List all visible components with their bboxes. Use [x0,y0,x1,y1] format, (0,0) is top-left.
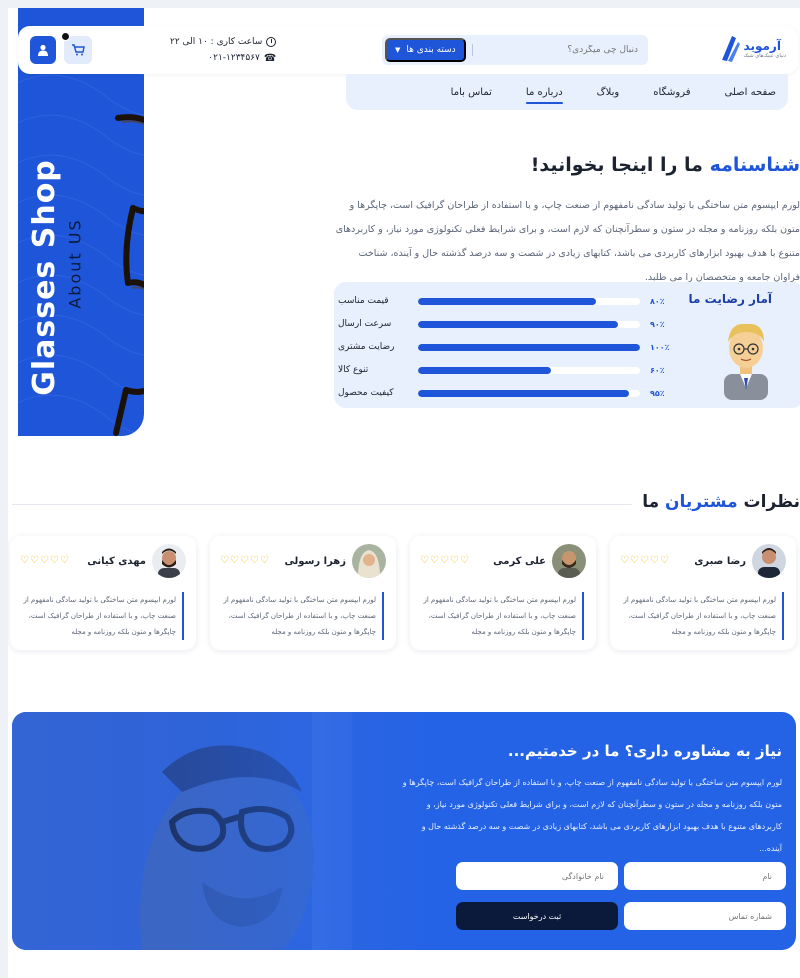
logo[interactable]: آرموید دنیای عینک‌های شیک [718,34,786,64]
rating-stars: ♡♡♡♡♡ [20,555,70,566]
reviews-title: نظرات مشتریان ما [632,492,800,512]
reviews-title-accent: مشتریان [665,492,738,512]
main-nav: صفحه اصلی فروشگاه وبلاگ درباره ما تماس ب… [346,74,788,110]
stat-percent: ۹۵٪ [650,388,665,398]
rating-stars: ♡♡♡♡♡ [420,555,470,566]
about-title-accent: شناسنامه [709,154,800,176]
avatar [152,544,186,578]
nav-shop[interactable]: فروشگاه [653,81,690,104]
consultation-section: نیاز به مشاوره داری؟ ما در خدمتیم... لور… [12,712,796,950]
phone-number: ۰۲۱-۱۲۳۴۵۶۷ [208,53,260,63]
stat-label: تنوع کالا [338,365,369,375]
stat-bar-fill [418,320,618,328]
stat-bar-fill [418,297,596,305]
banner-title: Glasses Shop [26,158,62,396]
phone-field[interactable] [624,902,786,930]
stat-row: ۱۰۰٪ رضایت مشتری [338,340,678,354]
stat-bar [418,389,640,397]
review-card: علی کرمی ♡♡♡♡♡ لورم ایپسوم متن ساختگی با… [410,536,596,650]
review-card: مهدی کیانی ♡♡♡♡♡ لورم ایپسوم متن ساختگی … [10,536,196,650]
stat-percent: ۶۰٪ [650,365,665,375]
stat-label: کیفیت محصول [338,388,394,398]
about-title-rest: ما را اینجا بخوانید! [530,154,710,176]
logo-mark-icon [718,34,740,64]
cart-badge [61,32,70,41]
nav-about[interactable]: درباره ما [525,81,563,104]
stat-label: سرعت ارسال [338,319,392,329]
nav-contact[interactable]: تماس باما [451,81,492,104]
reviewer-name: رضا صبری [694,556,746,567]
contact-info: ساعت کاری : ۱۰ الی ۲۲ ☎ ۰۲۱-۱۲۳۴۵۶۷ [170,34,277,66]
banner-subtitle: About US [65,217,85,309]
category-dropdown-button[interactable]: دسته بندی ها ▼ [385,38,466,62]
stat-percent: ۱۰۰٪ [650,342,670,352]
user-icon [38,44,48,56]
first-name-field[interactable] [624,862,786,890]
rating-stars: ♡♡♡♡♡ [620,555,670,566]
review-card: زهرا رسولی ♡♡♡♡♡ لورم ایپسوم متن ساختگی … [210,536,396,650]
stat-bar [418,320,640,328]
search-bar: دسته بندی ها ▼ [382,35,648,65]
stat-bar [418,343,640,351]
nav-blog[interactable]: وبلاگ [597,81,620,104]
stat-row: ۸۰٪ قیمت مناسب [338,294,678,308]
stat-bar [418,297,640,305]
category-button-label: دسته بندی ها [406,45,456,55]
glasses-image [113,114,144,436]
avatar [552,544,586,578]
stat-percent: ۸۰٪ [650,296,665,306]
caret-down-icon: ▼ [395,46,401,54]
stat-bar-fill [418,366,552,374]
stat-bar-fill [418,343,640,351]
man-with-glasses-image [12,712,432,950]
stat-label: قیمت مناسب [338,296,389,306]
review-text: لورم ایپسوم متن ساختگی با تولید سادگی نا… [222,592,384,640]
rating-stars: ♡♡♡♡♡ [220,555,270,566]
search-divider [471,44,473,56]
stat-bar-fill [418,389,629,397]
working-hours: ساعت کاری : ۱۰ الی ۲۲ [170,37,263,47]
nav-home[interactable]: صفحه اصلی [725,81,776,104]
submit-request-button[interactable]: ثبت درخواست [456,902,618,930]
review-card: رضا صبری ♡♡♡♡♡ لورم ایپسوم متن ساختگی با… [610,536,796,650]
logo-tagline: دنیای عینک‌های شیک [743,53,786,59]
stat-bar [418,366,640,374]
stat-label: رضایت مشتری [338,342,395,352]
avatar [352,544,386,578]
consult-title: نیاز به مشاوره داری؟ ما در خدمتیم... [507,742,782,760]
stats-title: آمار رضایت ما [688,292,772,306]
phone-icon: ☎ [263,52,277,64]
about-title: شناسنامه ما را اینجا بخوانید! [531,154,800,176]
site-header: آرموید دنیای عینک‌های شیک دسته بندی ها ▼… [18,26,798,74]
search-input[interactable] [472,35,648,65]
review-text: لورم ایپسوم متن ساختگی با تولید سادگی نا… [422,592,584,640]
man-avatar-icon [724,323,768,400]
review-text: لورم ایپسوم متن ساختگی با تولید سادگی نا… [622,592,784,640]
about-text: لورم ایپسوم متن ساختگی با تولید سادگی نا… [335,200,800,283]
review-text: لورم ایپسوم متن ساختگی با تولید سادگی نا… [22,592,184,640]
reviewer-name: مهدی کیانی [87,556,146,567]
logo-name: آرموید [743,39,781,53]
stat-row: ۶۰٪ تنوع کالا [338,363,678,377]
reviewer-name: علی کرمی [493,556,546,567]
reviewer-name: زهرا رسولی [284,556,346,567]
last-name-field[interactable] [456,862,618,890]
stat-percent: ۹۰٪ [650,319,665,329]
clock-icon [266,37,277,47]
stat-row: ۹۰٪ سرعت ارسال [338,317,678,331]
page: Glasses Shop About US آرموید دنیای عینک‌… [8,8,800,978]
satisfaction-stats: آمار رضایت ما ۸۰٪ قیمت مناسب ۹۰٪ سرعت ار… [334,282,800,408]
consult-text: لورم ایپسوم متن ساختگی با تولید سادگی نا… [402,778,782,853]
cart-button[interactable] [64,36,92,64]
stat-row: ۹۵٪ کیفیت محصول [338,386,678,400]
cart-icon [72,44,85,56]
avatar [752,544,786,578]
user-account-button[interactable] [30,36,56,64]
reviews-divider [12,504,680,505]
